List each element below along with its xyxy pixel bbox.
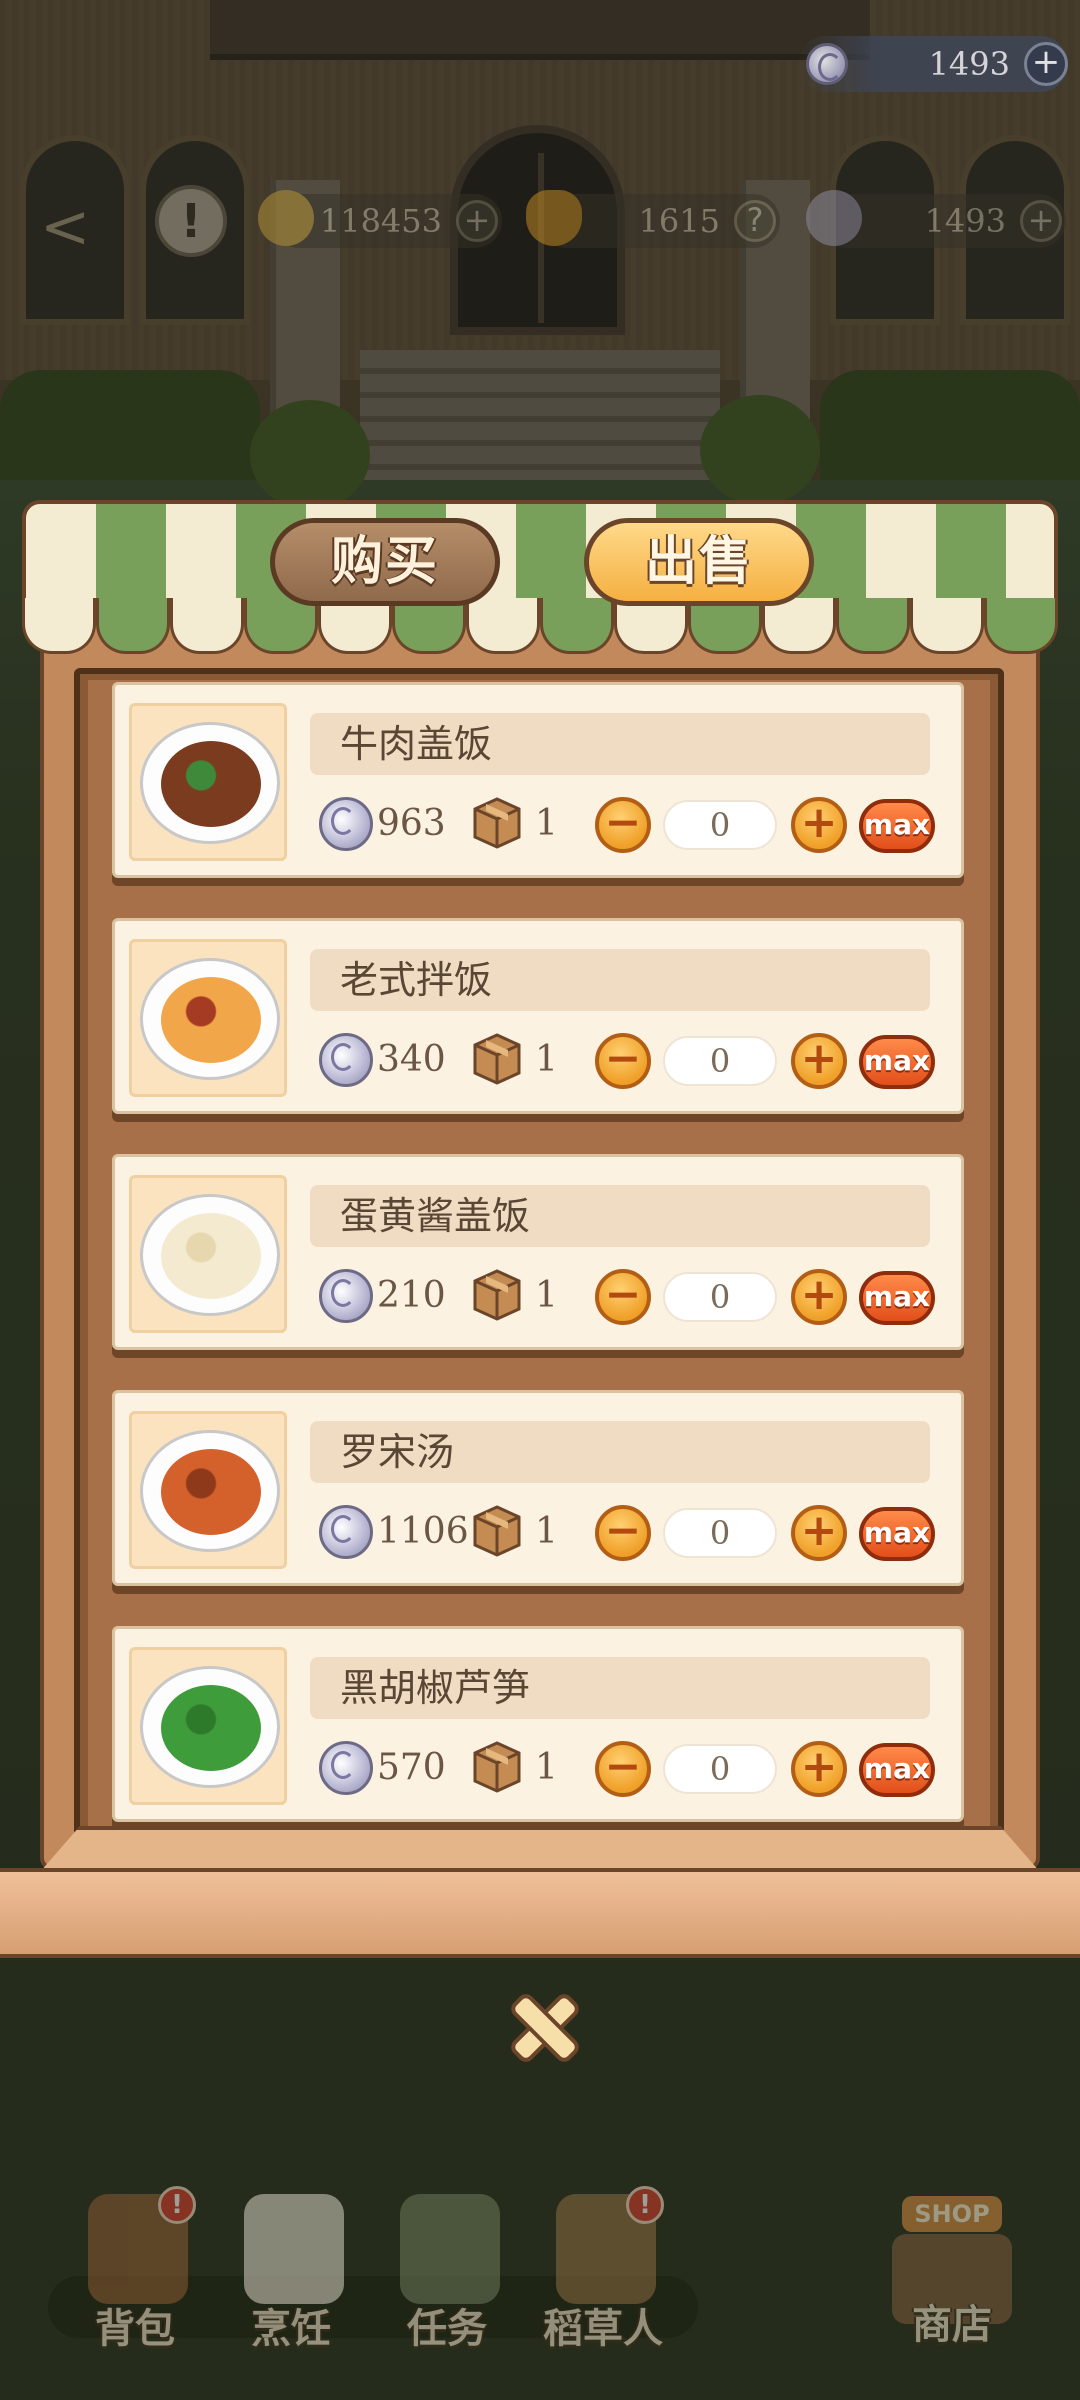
nav-label: 烹饪 — [251, 2306, 331, 2352]
dish-icon — [140, 722, 280, 844]
tab-sell[interactable]: 出售 — [584, 518, 814, 606]
food-art — [161, 1685, 261, 1771]
dish-icon — [140, 1430, 280, 1552]
box-icon — [473, 1033, 521, 1085]
dish-thumbnail — [129, 1411, 287, 1569]
sell-item-row: 黑胡椒芦笋 570 1 − 0 + max — [112, 1626, 964, 1822]
item-stock: 1 — [535, 1511, 558, 1552]
notification-badge: ! — [158, 2186, 196, 2224]
increase-button[interactable]: + — [791, 1505, 847, 1561]
item-name: 罗宋汤 — [310, 1421, 930, 1483]
silver-coin-icon — [319, 797, 373, 851]
max-button[interactable]: max — [859, 799, 935, 853]
item-name: 蛋黄酱盖饭 — [310, 1185, 930, 1247]
dish-thumbnail — [129, 1647, 287, 1805]
item-price: 1106 — [377, 1511, 469, 1552]
item-name: 黑胡椒芦笋 — [310, 1657, 930, 1719]
increase-button[interactable]: + — [791, 1269, 847, 1325]
max-button[interactable]: max — [859, 1271, 935, 1325]
increase-button[interactable]: + — [791, 1033, 847, 1089]
max-button[interactable]: max — [859, 1035, 935, 1089]
item-price: 963 — [377, 803, 446, 844]
nav-label: 任务 — [407, 2306, 487, 2352]
food-art — [161, 1213, 261, 1299]
decrease-button[interactable]: − — [595, 1033, 651, 1089]
food-art — [161, 1449, 261, 1535]
dish-thumbnail — [129, 703, 287, 861]
decrease-button[interactable]: − — [595, 1741, 651, 1797]
food-art — [161, 977, 261, 1063]
box-icon — [473, 1269, 521, 1321]
silver-coin-icon — [319, 1505, 373, 1559]
sell-count-field[interactable]: 0 — [663, 1508, 777, 1558]
tab-buy[interactable]: 购买 — [270, 518, 500, 606]
counter-top — [40, 1826, 1040, 1872]
max-button[interactable]: max — [859, 1507, 935, 1561]
sell-item-row: 牛肉盖饭 963 1 − 0 + max — [112, 682, 964, 878]
nav-label: 背包 — [95, 2306, 175, 2352]
silver-coin-icon — [319, 1033, 373, 1087]
sell-count-field[interactable]: 0 — [663, 1036, 777, 1086]
item-name: 牛肉盖饭 — [310, 713, 930, 775]
increase-button[interactable]: + — [791, 1741, 847, 1797]
bottom-nav-item[interactable]: 任务 — [382, 2186, 512, 2352]
shop-sign: SHOP — [902, 2196, 1002, 2232]
dish-thumbnail — [129, 939, 287, 1097]
counter-base — [0, 1868, 1080, 1958]
bottom-nav-item[interactable]: 背包 ! — [70, 2186, 200, 2352]
sell-item-row: 罗宋汤 1106 1 − 0 + max — [112, 1390, 964, 1586]
silver-coin-icon — [319, 1741, 373, 1795]
food-art — [161, 741, 261, 827]
close-button[interactable] — [508, 1992, 572, 2056]
sell-item-row: 老式拌饭 340 1 − 0 + max — [112, 918, 964, 1114]
dish-icon — [140, 1194, 280, 1316]
item-price: 210 — [377, 1275, 446, 1316]
item-stock: 1 — [535, 1275, 558, 1316]
sell-count-field[interactable]: 0 — [663, 1744, 777, 1794]
nav-icon — [400, 2194, 500, 2304]
sell-item-row: 蛋黄酱盖饭 210 1 − 0 + max — [112, 1154, 964, 1350]
item-stock: 1 — [535, 1039, 558, 1080]
decrease-button[interactable]: − — [595, 1505, 651, 1561]
max-button[interactable]: max — [859, 1743, 935, 1797]
box-icon — [473, 1505, 521, 1557]
decrease-button[interactable]: − — [595, 1269, 651, 1325]
item-stock: 1 — [535, 803, 558, 844]
item-stock: 1 — [535, 1747, 558, 1788]
dish-thumbnail — [129, 1175, 287, 1333]
item-name: 老式拌饭 — [310, 949, 930, 1011]
nav-icon — [244, 2194, 344, 2304]
awning-scallops — [22, 598, 1058, 654]
shop-button[interactable]: SHOP 商店 — [872, 2196, 1032, 2348]
nav-label: 稻草人 — [543, 2306, 663, 2352]
increase-button[interactable]: + — [791, 797, 847, 853]
decrease-button[interactable]: − — [595, 797, 651, 853]
box-icon — [473, 797, 521, 849]
box-icon — [473, 1741, 521, 1793]
silver-coin-icon — [319, 1269, 373, 1323]
sell-count-field[interactable]: 0 — [663, 1272, 777, 1322]
dish-icon — [140, 1666, 280, 1788]
item-price: 340 — [377, 1039, 446, 1080]
sell-count-field[interactable]: 0 — [663, 800, 777, 850]
dish-icon — [140, 958, 280, 1080]
bottom-nav-item[interactable]: 稻草人 ! — [538, 2186, 668, 2352]
notification-badge: ! — [626, 2186, 664, 2224]
shop-label: 商店 — [912, 2302, 992, 2348]
item-price: 570 — [377, 1747, 446, 1788]
bottom-nav-item[interactable]: 烹饪 — [226, 2186, 356, 2352]
